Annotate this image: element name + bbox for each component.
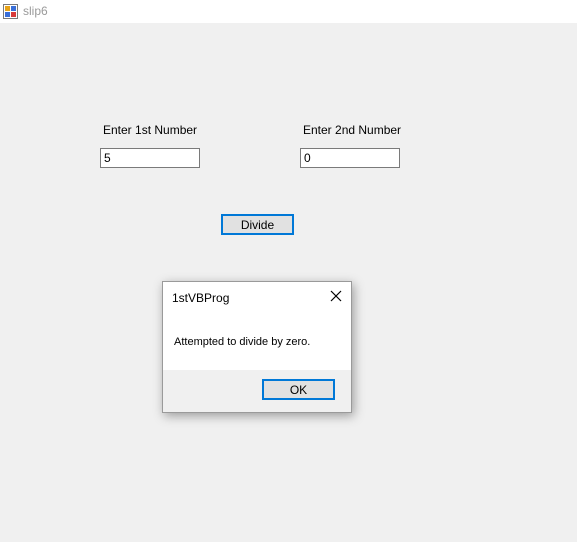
close-icon[interactable] [327,287,345,305]
dialog-message: Attempted to divide by zero. [174,336,311,348]
windows-form-icon [3,4,18,19]
error-dialog: 1stVBProg Attempted to divide by zero. O… [162,281,352,413]
dialog-title: 1stVBProg [172,291,230,305]
first-number-label: Enter 1st Number [103,123,198,137]
ok-button[interactable]: OK [262,379,335,400]
window-title: slip6 [23,4,48,18]
main-window: slip6 Enter 1st Number Enter 2nd Number … [0,0,577,542]
title-bar[interactable]: slip6 [0,0,577,23]
second-number-input[interactable] [300,148,400,168]
second-number-label: Enter 2nd Number [303,123,402,137]
dialog-footer: OK [163,370,351,412]
divide-button[interactable]: Divide [221,214,294,235]
first-number-input[interactable] [100,148,200,168]
